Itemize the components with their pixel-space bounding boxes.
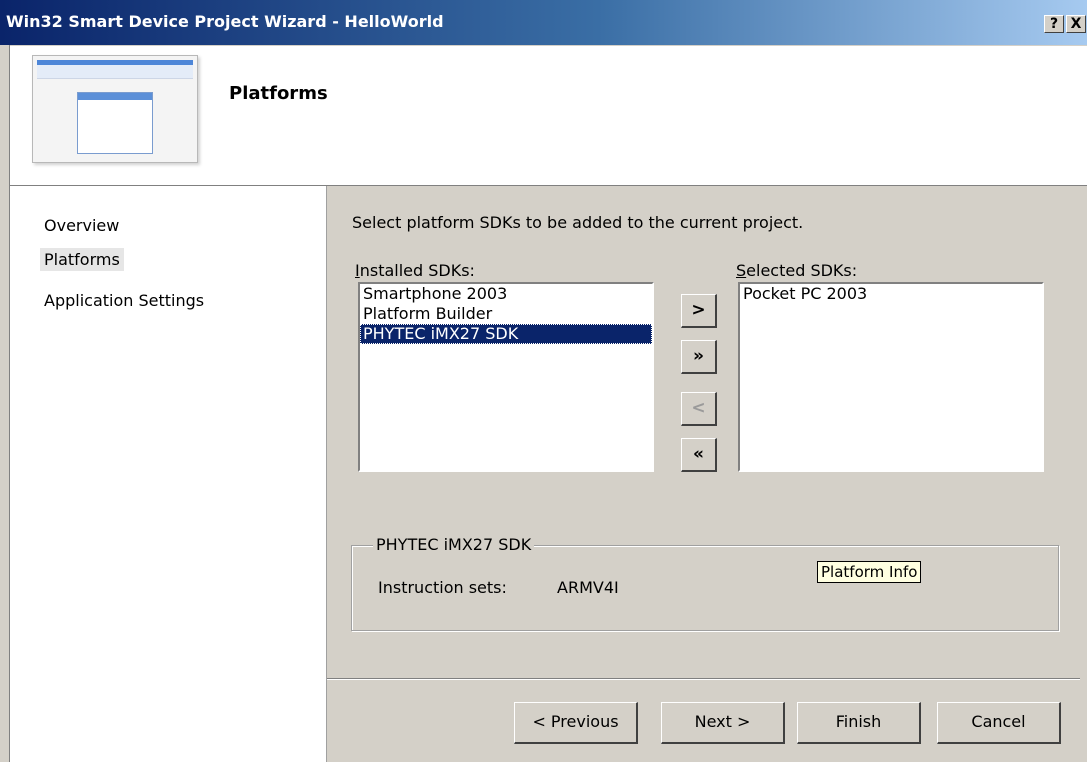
next-button[interactable]: Next > <box>661 702 785 744</box>
nav-divider <box>326 186 327 762</box>
cancel-button[interactable]: Cancel <box>937 702 1061 744</box>
wizard-illustration-icon <box>32 55 198 163</box>
instruction-sets-value: ARMV4I <box>557 578 619 597</box>
button-separator <box>327 678 1087 680</box>
add-all-sdks-button[interactable]: » <box>681 340 717 374</box>
selected-sdks-label-mnemonic: S <box>736 261 747 280</box>
list-item[interactable]: Pocket PC 2003 <box>740 284 1042 304</box>
nav-item-overview[interactable]: Overview <box>40 214 123 237</box>
selected-sdks-list[interactable]: Pocket PC 2003 <box>738 282 1044 472</box>
help-button[interactable]: ? <box>1044 15 1064 33</box>
nav-item-platforms[interactable]: Platforms <box>40 248 124 271</box>
title-bar: Win32 Smart Device Project Wizard - Hell… <box>0 0 1087 45</box>
window-frame <box>0 45 10 762</box>
window-frame-right <box>1080 186 1087 762</box>
list-item-selected[interactable]: PHYTEC iMX27 SDK <box>360 324 652 344</box>
wizard-nav <box>10 186 326 762</box>
nav-item-application-settings[interactable]: Application Settings <box>40 289 208 312</box>
instruction-sets-label: Instruction sets: <box>378 578 507 597</box>
close-button[interactable]: X <box>1066 15 1086 33</box>
list-item[interactable]: Smartphone 2003 <box>360 284 652 304</box>
selected-sdks-label: Selected SDKs: <box>736 261 857 280</box>
remove-sdk-button[interactable]: < <box>681 392 717 426</box>
installed-sdks-label: Installed SDKs: <box>355 261 475 280</box>
platform-info-tooltip: Platform Info <box>817 561 922 583</box>
selected-sdks-label-rest: elected SDKs: <box>746 261 858 280</box>
installed-sdks-list[interactable]: Smartphone 2003 Platform Builder PHYTEC … <box>358 282 654 472</box>
window-title: Win32 Smart Device Project Wizard - Hell… <box>6 12 444 31</box>
add-sdk-button[interactable]: > <box>681 294 717 328</box>
instructions-text: Select platform SDKs to be added to the … <box>352 213 804 232</box>
list-item[interactable]: Platform Builder <box>360 304 652 324</box>
installed-sdks-label-rest: nstalled SDKs: <box>359 261 475 280</box>
illustration-window <box>77 92 153 154</box>
page-title: Platforms <box>229 83 328 104</box>
previous-button[interactable]: < Previous <box>514 702 638 744</box>
finish-button[interactable]: Finish <box>797 702 921 744</box>
platform-info-title: PHYTEC iMX27 SDK <box>373 535 535 554</box>
illustration-appbar <box>37 60 193 65</box>
illustration-window-bar <box>78 93 152 100</box>
remove-all-sdks-button[interactable]: « <box>681 438 717 472</box>
